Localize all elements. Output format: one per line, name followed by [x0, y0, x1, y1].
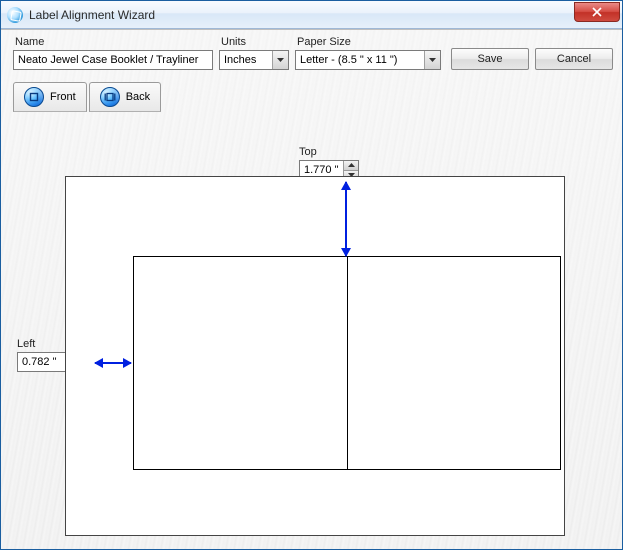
paper-size-value: Letter - (8.5 " x 11 ") — [296, 54, 415, 66]
paper-preview — [65, 176, 565, 536]
close-icon — [592, 7, 602, 17]
tabs: Front Back — [13, 82, 622, 112]
app-icon — [7, 7, 23, 23]
tab-back-label: Back — [126, 91, 150, 103]
paper-size-select[interactable]: Letter - (8.5 " x 11 ") — [295, 50, 441, 70]
tab-front[interactable]: Front — [13, 82, 87, 112]
titlebar: Label Alignment Wizard — [1, 1, 622, 29]
left-margin-label: Left — [17, 338, 35, 350]
top-margin-arrow-icon — [345, 182, 347, 256]
close-button[interactable] — [574, 2, 620, 22]
window-title: Label Alignment Wizard — [29, 8, 155, 22]
name-input[interactable] — [13, 50, 213, 70]
units-label: Units — [219, 36, 289, 48]
units-value: Inches — [220, 54, 274, 66]
units-field: Units Inches — [219, 36, 289, 70]
dropdown-arrow-icon — [424, 51, 440, 69]
paper-size-label: Paper Size — [295, 36, 441, 48]
dropdown-arrow-icon — [272, 51, 288, 69]
cancel-button[interactable]: Cancel — [535, 48, 613, 70]
back-tab-icon — [100, 87, 120, 107]
tab-front-label: Front — [50, 91, 76, 103]
name-label: Name — [13, 36, 213, 48]
save-label: Save — [477, 53, 502, 65]
save-button[interactable]: Save — [451, 48, 529, 70]
spin-up-icon[interactable] — [343, 161, 358, 171]
tab-back[interactable]: Back — [89, 82, 161, 112]
name-field: Name — [13, 36, 213, 70]
front-tab-icon — [24, 87, 44, 107]
units-select[interactable]: Inches — [219, 50, 289, 70]
top-margin-label: Top — [299, 146, 317, 158]
button-row: Save Cancel — [451, 48, 613, 70]
cancel-label: Cancel — [557, 53, 591, 65]
label-outline — [133, 256, 561, 470]
left-margin-arrow-icon — [95, 362, 131, 364]
dialog-body: Name Units Inches Paper Size Letter - (8… — [1, 29, 622, 549]
top-margin-control: Top 1.770 " — [299, 146, 359, 180]
top-controls: Name Units Inches Paper Size Letter - (8… — [1, 30, 622, 74]
paper-size-field: Paper Size Letter - (8.5 " x 11 ") — [295, 36, 441, 70]
